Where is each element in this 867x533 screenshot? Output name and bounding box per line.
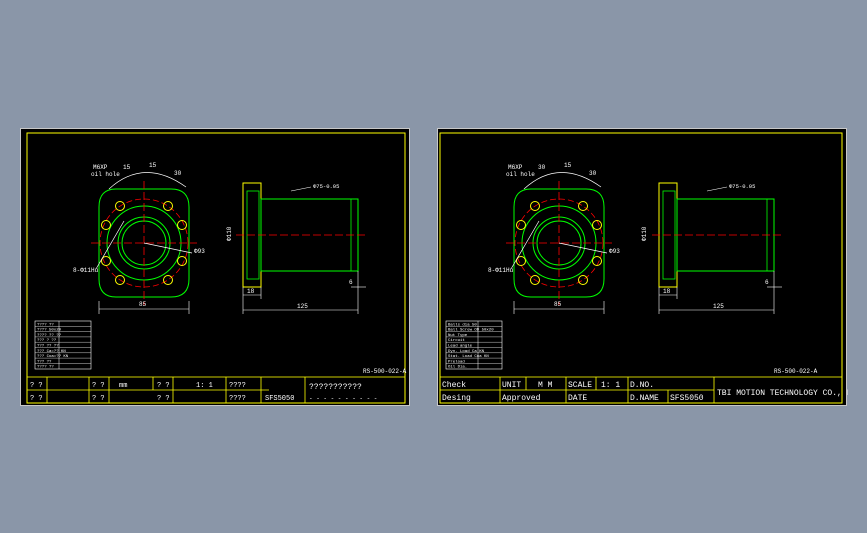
length-label: 125 [297,303,308,310]
tb-scale-value: 1: 1 [601,381,620,390]
flange-front-view: M6XP oil hole 30 15 30 Φ93 8-Φ11Hu 85 [488,162,620,314]
tb-part-name: SFS5050 [265,395,294,403]
drawing-no-label: RS-500-022-A [363,368,407,375]
tb-r2-c4: ???? [229,395,246,403]
drawing-canvas-left: M6XP oil hole 15 15 30 Φ93 8-Φ11Hu 85 Φ7… [26,132,407,404]
tb-check: Check [442,381,466,390]
tb-r1-c2: ? ? [92,382,105,390]
holes-label: 8-Φ11Hu [73,267,99,274]
width-label: 85 [554,301,562,308]
tb-scale: SCALE [568,381,592,390]
tb-r2-c3: ? ? [157,395,170,403]
flange-label: 18 [247,288,255,295]
dia-label: Φ75-0.05 [313,183,339,190]
tb-dno: D.NO. [630,381,654,390]
title-block-text: ? ? ? ? mm ? ? 1: 1 ???? ? ? ? ? ? ? ???… [30,382,377,403]
spec-row: ??? ?? [37,360,52,364]
drawing-sheet-right: M6XP oil hole 30 15 30 Φ93 8-Φ11Hu 85 Φ7… [437,128,848,406]
chamfer-label: 6 [349,279,353,286]
drawing-canvas-right: M6XP oil hole 30 15 30 Φ93 8-Φ11Hu 85 Φ7… [439,132,848,404]
spec-row: ???? 50x20 [37,329,62,333]
spec-row: Oil Dia. [448,365,467,370]
bore-label: Φ110 [226,226,233,241]
tb-company: ??????????? [309,383,362,392]
lube-label-1: M6XP [508,164,523,171]
tb-date: DATE [568,394,587,403]
spec-row: Dyn. Load Ca KN [448,349,485,354]
spec-table: ???? ?? ???? 50x20???? ?? ????? ? ?? ??? ?… [34,320,92,370]
angle-label-3: 30 [174,170,182,177]
angle-label-3: 30 [589,170,597,177]
tb-unit: UNIT [502,381,521,390]
pcd-leader [558,242,608,254]
lube-label-2: oil hole [506,171,535,178]
spec-row: Lead angle [448,344,473,349]
tb-r1-c3: mm [119,382,127,390]
tb-r2-c1: ? ? [30,395,43,403]
spec-row: ??? ?? ?? [37,345,59,349]
tb-unit-value: M M [538,381,553,390]
chamfer-label: 6 [765,279,769,286]
pcd-label: Φ93 [194,248,205,255]
tb-desing: Desing [442,394,471,403]
pcd-label: Φ93 [609,248,620,255]
angle-label-1: 30 [538,164,546,171]
spec-row: ??? Coa=?? KN [37,355,69,359]
lube-label-1: M6XP [93,164,108,171]
flange-label: 18 [663,288,671,295]
nut-side-view: Φ75-0.05 Φ110 18 125 6 [226,182,366,314]
width-label: 85 [139,301,147,308]
length-label: 125 [713,303,724,310]
spec-row: ??? Ca=?? KN [37,350,66,354]
title-block-text: Check UNIT M M SCALE 1: 1 D.NO. Desing A… [442,381,848,403]
tb-company-sub: - - - - - - - - - - [309,395,377,402]
angle-label-1: 15 [123,164,131,171]
tb-r1-c4: ? ? [157,382,170,390]
drawing-no-label: RS-500-022-A [774,368,818,375]
spec-row: Ball Screw OD 50x20 [448,328,494,333]
dia-label: Φ75-0.05 [729,183,755,190]
tb-r1-c6: ???? [229,382,246,390]
tb-r1-c1: ? ? [30,382,43,390]
spec-row: ??? ? ?? [37,339,57,343]
bore-label: Φ110 [641,226,648,241]
spec-row: Nut Type [448,334,468,338]
holes-label: 8-Φ11Hu [488,267,514,274]
spec-row: ???? ?? [37,323,54,327]
spec-row: Stat. Load Coa KN [448,354,489,359]
tb-company: TBI MOTION TECHNOLOGY CO., LTD. [717,389,848,398]
pcd-leader [143,242,193,254]
drawing-sheet-left: M6XP oil hole 15 15 30 Φ93 8-Φ11Hu 85 Φ7… [20,128,410,406]
angle-label-2: 15 [149,162,157,169]
tb-approved: Approved [502,394,541,403]
tb-r1-c5: 1: 1 [196,382,213,390]
spec-row: Circuit [448,338,465,343]
tb-r2-c2: ? ? [92,395,105,403]
spec-table: Balls dia 50Ball Screw OD 50x20Nut TypeC… [445,320,503,370]
spec-row: ???? ?? [37,366,54,370]
flange-front-view: M6XP oil hole 15 15 30 Φ93 8-Φ11Hu 85 [73,162,205,314]
spec-row: Balls dia 50 [448,322,477,327]
spec-row: Preload [448,359,465,364]
spec-row: ???? ?? ?? [37,334,62,338]
nut-side-view: Φ75-0.05 Φ110 18 125 6 [641,182,782,314]
tb-dname-value: SFS5050 [670,394,704,403]
tb-dname: D.NAME [630,394,659,403]
angle-label-2: 15 [564,162,572,169]
lube-label-2: oil hole [91,171,120,178]
